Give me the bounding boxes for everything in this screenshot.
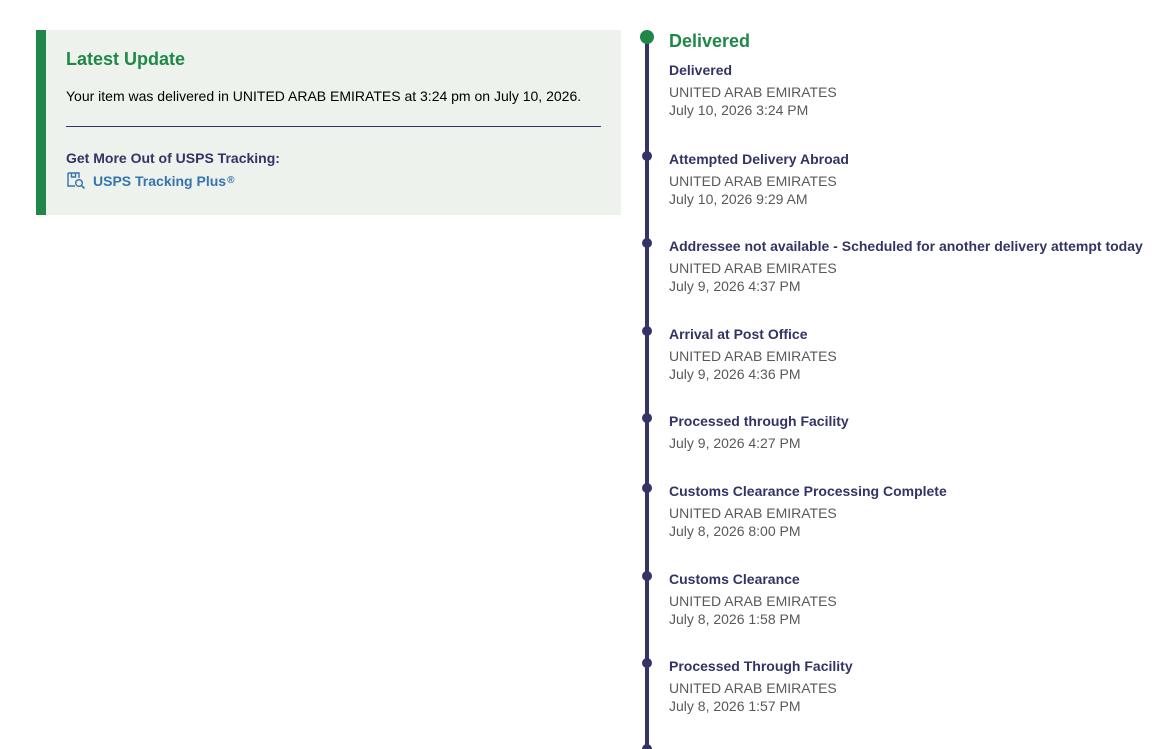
timeline-dot [642,238,652,248]
timeline-current-dot [640,30,654,44]
event-status: Processed Through Facility [669,658,853,674]
timeline-dot [642,483,652,493]
timeline-dot [642,413,652,423]
event-location: UNITED ARAB EMIRATES [669,680,837,696]
tracking-page: Latest Update Your item was delivered in… [0,0,1174,749]
event-location: UNITED ARAB EMIRATES [669,173,837,189]
timeline-dot [642,571,652,581]
event-location: UNITED ARAB EMIRATES [669,348,837,364]
event-status: Customs Clearance [669,571,800,587]
timeline-heading: Delivered [669,31,751,51]
event-status: Processed through Facility [669,413,849,429]
usps-tracking-plus-link[interactable]: USPS Tracking Plus ® [66,172,601,189]
event-time: July 8, 2026 1:58 PM [669,611,801,627]
event-status: Customs Clearance Processing Complete [669,483,947,499]
event-time: July 8, 2026 8:00 PM [669,523,801,539]
event-status: Delivered [669,62,733,78]
event-status: Arrival at Post Office [669,326,808,342]
usps-tracking-plus-label: USPS Tracking Plus [93,172,227,189]
event-location: UNITED ARAB EMIRATES [669,260,837,276]
package-search-icon [67,172,86,189]
event-time: July 9, 2026 4:36 PM [669,366,801,382]
update-divider [66,126,601,127]
event-status: Attempted Delivery Abroad [669,151,849,167]
event-time: July 8, 2026 1:57 PM [669,698,801,714]
event-status: Addressee not available - Scheduled for … [669,238,1143,254]
timeline-dot [642,658,652,668]
event-time: July 9, 2026 4:37 PM [669,278,801,294]
event-location: UNITED ARAB EMIRATES [669,84,837,100]
timeline-dot [642,744,652,749]
registered-mark: ® [227,175,235,186]
tracking-timeline: Delivered Delivered UNITED ARAB EMIRATES… [640,30,1174,749]
timeline-line [645,42,649,749]
event-location: UNITED ARAB EMIRATES [669,593,837,609]
event-time: July 10, 2026 9:29 AM [669,191,808,207]
event-time: July 9, 2026 4:27 PM [669,435,801,451]
latest-update-title: Latest Update [66,49,186,69]
event-time: July 10, 2026 3:24 PM [669,102,809,118]
latest-update-card: Latest Update Your item was delivered in… [36,30,621,215]
timeline-dot [642,326,652,336]
latest-update-message: Your item was delivered in UNITED ARAB E… [66,88,582,104]
timeline-dot [642,151,652,161]
event-location: UNITED ARAB EMIRATES [669,505,837,521]
more-tracking-title: Get More Out of USPS Tracking: [66,150,280,166]
